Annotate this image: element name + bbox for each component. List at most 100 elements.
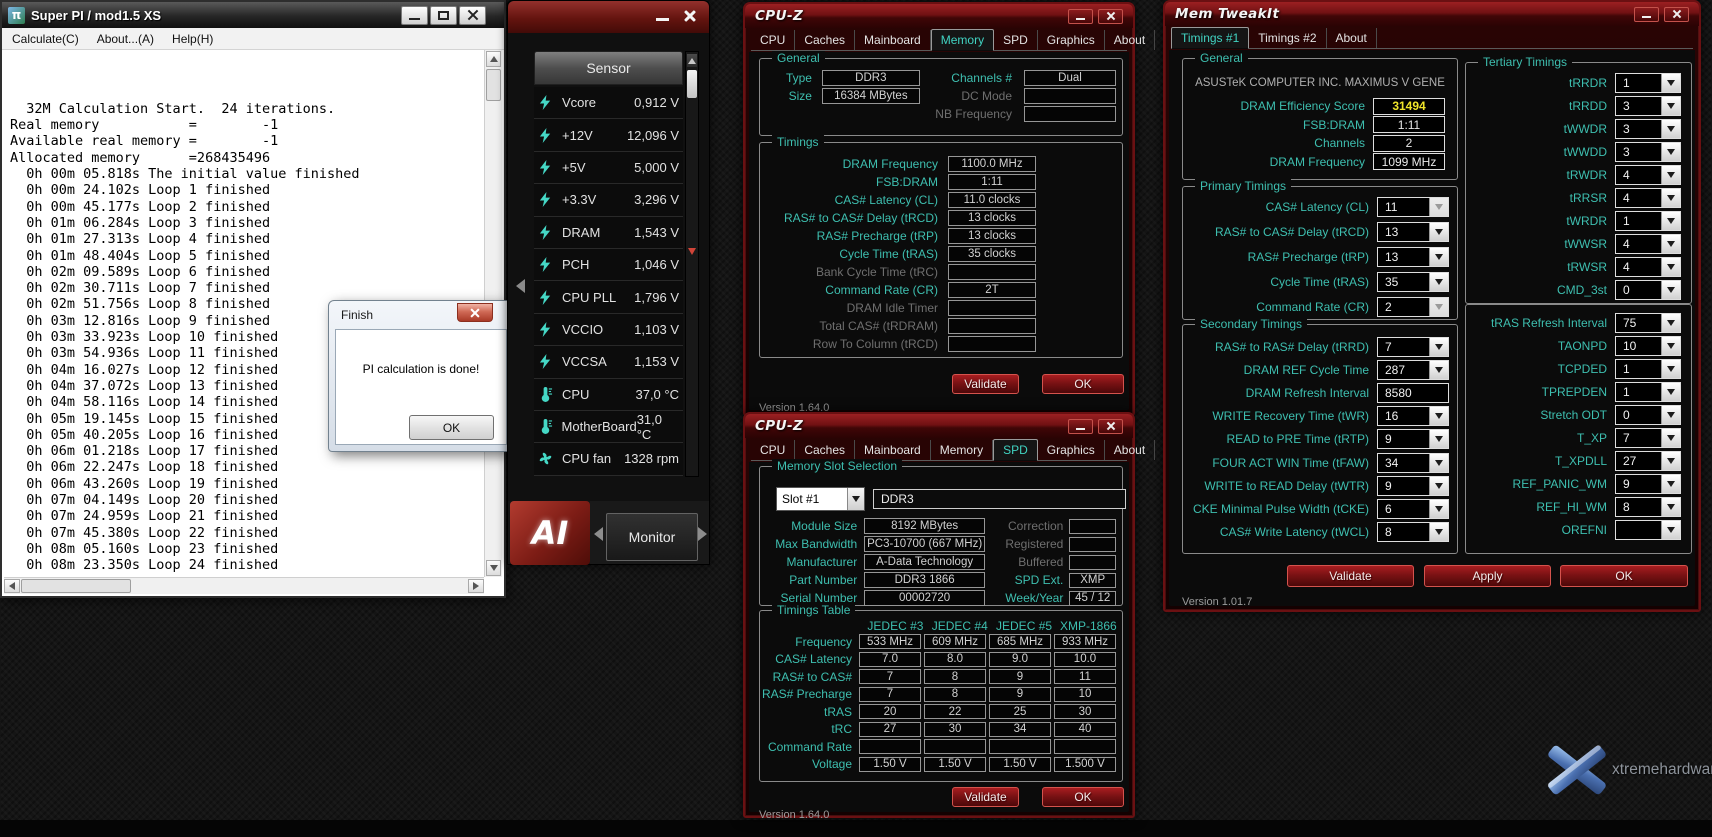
timing-dropdown[interactable]: 6 (1377, 499, 1449, 519)
tab[interactable]: Caches (795, 440, 855, 460)
dropdown-arrow-button[interactable] (1661, 521, 1680, 539)
close-button[interactable] (457, 303, 493, 322)
minimize-button[interactable] (1068, 419, 1093, 434)
validate-button[interactable]: Validate (1287, 565, 1414, 587)
close-button[interactable] (1098, 419, 1123, 434)
dropdown-arrow-button[interactable] (1429, 223, 1448, 241)
timing-dropdown[interactable]: 4 (1615, 257, 1681, 277)
timing-dropdown[interactable]: 11 (1377, 197, 1449, 217)
timing-dropdown[interactable]: 27 (1615, 451, 1681, 471)
dropdown-arrow-button[interactable] (1661, 143, 1680, 161)
menu-item[interactable]: About...(A) (97, 32, 154, 46)
menu-item[interactable]: Help(H) (172, 32, 213, 46)
scroll-down-arrow-icon[interactable] (688, 248, 696, 255)
dropdown-arrow-button[interactable] (1661, 337, 1680, 355)
dropdown-arrow-button[interactable] (1661, 452, 1680, 470)
close-button[interactable] (1664, 7, 1689, 22)
timing-dropdown[interactable]: 4 (1615, 188, 1681, 208)
timing-dropdown[interactable]: 9 (1377, 476, 1449, 496)
dropdown-arrow-button[interactable] (1661, 74, 1680, 92)
timing-dropdown[interactable]: 0 (1615, 405, 1681, 425)
dropdown-arrow-button[interactable] (1429, 198, 1448, 216)
dropdown-arrow-button[interactable] (1429, 273, 1448, 291)
scroll-left-button[interactable] (4, 579, 20, 593)
scroll-up-button[interactable] (486, 51, 501, 67)
cpuz-titlebar[interactable]: CPU-Z (745, 4, 1133, 28)
dropdown-arrow-button[interactable] (1661, 189, 1680, 207)
superpi-titlebar[interactable]: π Super PI / mod1.5 XS (2, 2, 504, 28)
maximize-button[interactable] (430, 6, 457, 25)
scroll-thumb[interactable] (687, 70, 697, 98)
timing-dropdown[interactable]: 1 (1615, 73, 1681, 93)
tab[interactable]: Timings #2 (1249, 28, 1326, 48)
ok-button[interactable]: OK (1042, 374, 1124, 394)
minimize-button[interactable] (1068, 9, 1093, 24)
timing-dropdown[interactable]: 9 (1377, 429, 1449, 449)
tab[interactable]: About (1105, 440, 1155, 460)
dropdown-arrow-button[interactable] (1429, 298, 1448, 316)
timing-dropdown[interactable]: 8 (1615, 497, 1681, 517)
dropdown-arrow-button[interactable] (1661, 314, 1680, 332)
scroll-thumb[interactable] (21, 579, 131, 593)
dropdown-arrow-button[interactable] (1661, 281, 1680, 299)
dropdown-arrow-button[interactable] (1429, 248, 1448, 266)
timing-dropdown[interactable]: 4 (1615, 165, 1681, 185)
timing-dropdown[interactable]: 0 (1615, 280, 1681, 300)
tab[interactable]: CPU (751, 30, 795, 50)
tab[interactable]: Caches (795, 30, 855, 50)
timing-dropdown[interactable]: 75 (1615, 313, 1681, 333)
timing-dropdown[interactable]: 7 (1615, 428, 1681, 448)
timing-dropdown[interactable]: 1 (1615, 382, 1681, 402)
dropdown-arrow-button[interactable] (1429, 523, 1448, 541)
scroll-down-button[interactable] (486, 560, 501, 576)
tab[interactable]: SPD (993, 439, 1038, 461)
timing-dropdown[interactable]: 13 (1377, 247, 1449, 267)
timing-dropdown[interactable]: 1 (1615, 359, 1681, 379)
memtweakit-titlebar[interactable]: Mem TweakIt (1165, 2, 1699, 26)
tab[interactable]: Timings #1 (1171, 27, 1249, 49)
scroll-right-button[interactable] (468, 579, 484, 593)
dropdown-arrow-button[interactable] (1429, 430, 1448, 448)
dropdown-arrow-button[interactable] (1429, 500, 1448, 518)
timing-dropdown[interactable]: 34 (1377, 453, 1449, 473)
prev-arrow-icon[interactable] (594, 527, 603, 541)
timing-dropdown[interactable]: 3 (1615, 142, 1681, 162)
dropdown-arrow-button[interactable] (1661, 235, 1680, 253)
tab[interactable]: CPU (751, 440, 795, 460)
dropdown-arrow-button[interactable] (1661, 406, 1680, 424)
ok-button[interactable]: OK (409, 415, 494, 440)
tab[interactable]: Memory (931, 440, 993, 460)
menu-item[interactable]: Calculate(C) (12, 32, 79, 46)
validate-button[interactable]: Validate (952, 787, 1019, 807)
timing-dropdown[interactable]: 4 (1615, 234, 1681, 254)
dropdown-arrow-button[interactable] (1661, 258, 1680, 276)
timing-dropdown[interactable]: 16 (1377, 406, 1449, 426)
dropdown-arrow-button[interactable] (1661, 120, 1680, 138)
timing-dropdown[interactable]: 10 (1615, 336, 1681, 356)
timing-dropdown[interactable]: 9 (1615, 474, 1681, 494)
ok-button[interactable]: OK (1042, 787, 1124, 807)
monitor-button[interactable]: Monitor (606, 513, 698, 561)
sensor-scrollbar[interactable] (685, 51, 699, 477)
apply-button[interactable]: Apply (1424, 565, 1551, 587)
timing-dropdown[interactable]: 3 (1615, 119, 1681, 139)
next-arrow-icon[interactable] (698, 527, 707, 541)
scroll-thumb[interactable] (486, 69, 501, 101)
horizontal-scrollbar[interactable] (4, 577, 484, 594)
timing-dropdown[interactable] (1615, 520, 1681, 540)
timing-dropdown[interactable]: 13 (1377, 222, 1449, 242)
dropdown-arrow-button[interactable] (1429, 454, 1448, 472)
dropdown-arrow-button[interactable] (1661, 166, 1680, 184)
dropdown-arrow-button[interactable] (1429, 361, 1448, 379)
dropdown-arrow-button[interactable] (1429, 477, 1448, 495)
dropdown-arrow-button[interactable] (1661, 429, 1680, 447)
tab[interactable]: Mainboard (855, 30, 931, 50)
close-button[interactable] (1098, 9, 1123, 24)
tab[interactable]: Mainboard (855, 440, 931, 460)
timing-dropdown[interactable]: 2 (1377, 297, 1449, 317)
dropdown-arrow-button[interactable] (1661, 360, 1680, 378)
dropdown-arrow-button[interactable] (1429, 338, 1448, 356)
dropdown-arrow-button[interactable] (1429, 407, 1448, 425)
timing-dropdown[interactable]: 287 (1377, 360, 1449, 380)
slot-select[interactable]: Slot #1 (776, 487, 865, 511)
